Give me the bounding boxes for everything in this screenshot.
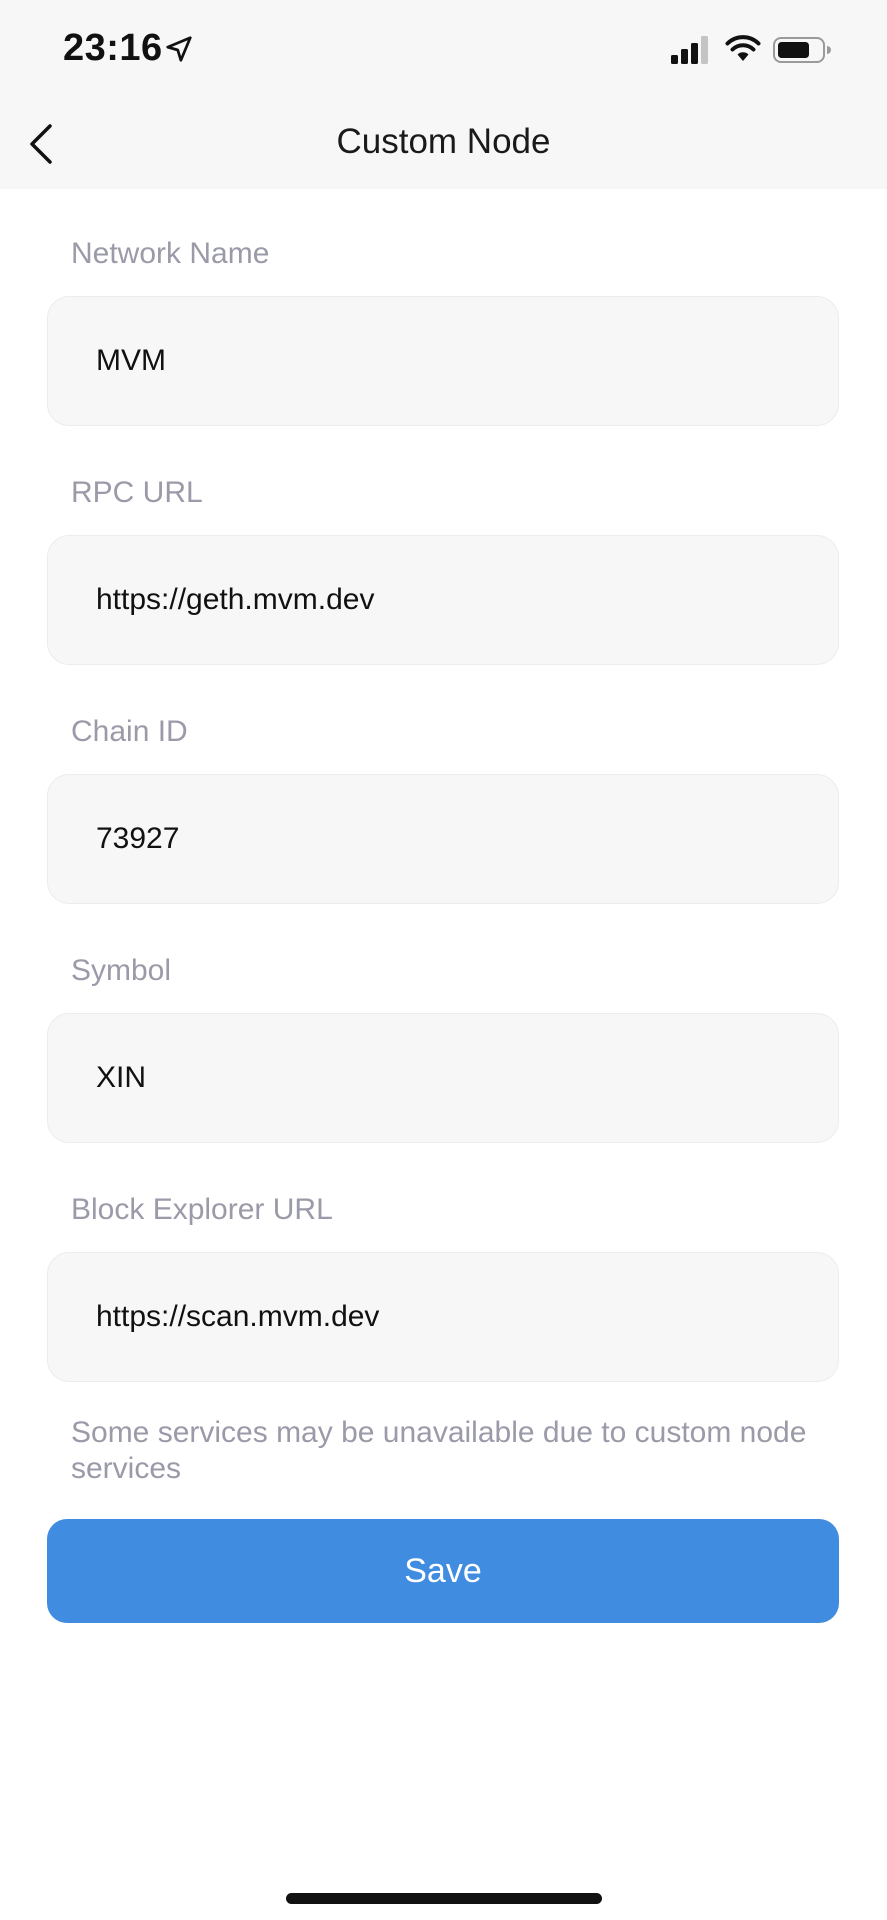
custom-node-notice: Some services may be unavailable due to … [71,1416,807,1485]
chain-id-input[interactable] [96,775,796,903]
save-button[interactable]: Save [47,1519,839,1623]
page-title: Custom Node [336,122,551,161]
network-name-field[interactable] [47,296,839,426]
block-explorer-url-input[interactable] [96,1253,796,1381]
symbol-field[interactable] [47,1013,839,1143]
rpc-url-input[interactable] [96,536,796,664]
location-arrow-icon [166,36,192,62]
network-name-input[interactable] [96,297,796,425]
wifi-icon [725,35,761,61]
chain-id-label: Chain ID [71,715,188,748]
top-area: 23:16 Custom Node [0,0,887,189]
block-explorer-url-label: Block Explorer URL [71,1193,333,1226]
rpc-url-field[interactable] [47,535,839,665]
block-explorer-url-field[interactable] [47,1252,839,1382]
rpc-url-label: RPC URL [71,476,203,509]
home-indicator [286,1893,602,1904]
navigation-bar: Custom Node [0,100,887,189]
status-bar: 23:16 [0,0,887,100]
symbol-label: Symbol [71,954,172,987]
battery-icon [773,37,831,63]
symbol-input[interactable] [96,1014,796,1142]
status-time: 23:16 [63,27,163,69]
cellular-signal-icon [671,36,708,64]
chain-id-field[interactable] [47,774,839,904]
network-name-label: Network Name [71,237,270,270]
